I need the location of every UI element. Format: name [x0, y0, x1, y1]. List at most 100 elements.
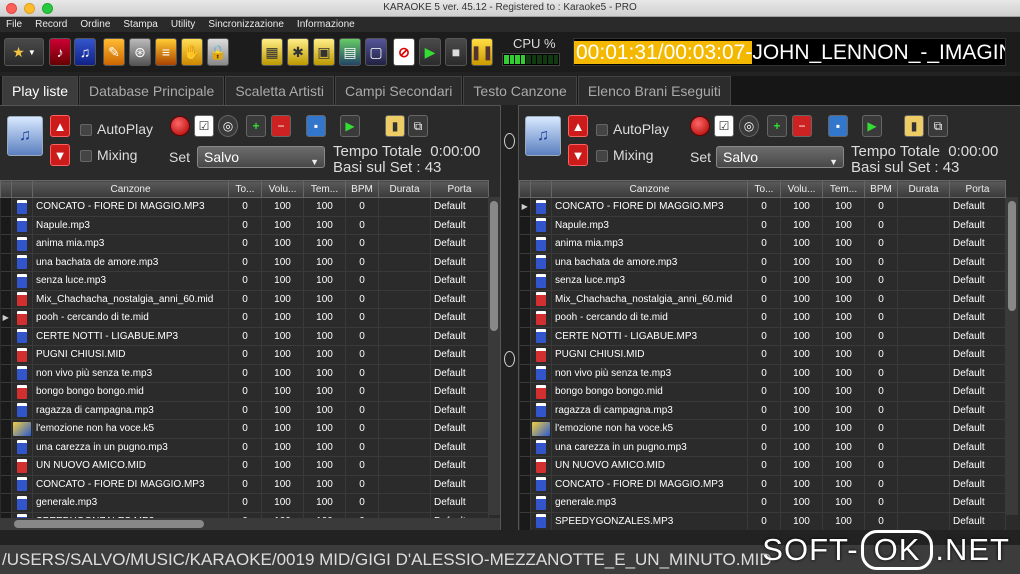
move-up-button[interactable]: ▲: [568, 115, 588, 137]
autoplay-checkbox[interactable]: [596, 124, 608, 136]
table-row[interactable]: UN NUOVO AMICO.MID 0 100 100 0 Default: [519, 456, 1006, 476]
cell-song-name[interactable]: Napule.mp3: [551, 216, 748, 235]
column-header-tonalita[interactable]: To...: [228, 180, 262, 198]
table-row[interactable]: anima mia.mp3 0 100 100 0 Default: [519, 234, 1006, 254]
cell-song-name[interactable]: bongo bongo bongo.mid: [551, 382, 748, 402]
table-row[interactable]: Napule.mp3 0 100 100 0 Default: [0, 216, 489, 235]
table-row[interactable]: una bachata de amore.mp3 0 100 100 0 Default: [0, 253, 489, 272]
music-note-icon[interactable]: ♫: [74, 38, 96, 66]
add-song-button[interactable]: +: [246, 115, 266, 137]
save-icon[interactable]: ▪: [828, 115, 848, 137]
cell-song-name[interactable]: PUGNI CHIUSI.MID: [551, 345, 748, 365]
scrollbar-thumb[interactable]: [490, 201, 498, 331]
table-row[interactable]: Napule.mp3 0 100 100 0 Default: [519, 216, 1006, 235]
menu-ordine[interactable]: Ordine: [80, 19, 110, 30]
bars-card-icon[interactable]: ≡: [155, 38, 177, 66]
table-row[interactable]: bongo bongo bongo.mid 0 100 100 0 Default: [519, 382, 1006, 402]
export-icon[interactable]: ⧉: [928, 115, 948, 137]
table-row[interactable]: UN NUOVO AMICO.MID 0 100 100 0 Default: [0, 456, 489, 476]
scrollbar-thumb[interactable]: [1008, 201, 1016, 311]
cell-song-name[interactable]: generale.mp3: [551, 493, 748, 513]
tab-database-principale[interactable]: Database Principale: [79, 76, 225, 105]
cell-song-name[interactable]: l'emozione non ha voce.k5: [32, 419, 229, 439]
cell-song-name[interactable]: CONCATO - FIORE DI MAGGIO.MP3: [32, 475, 229, 494]
export-icon[interactable]: ⧉: [408, 115, 428, 137]
column-header-bpm[interactable]: BPM: [345, 180, 379, 198]
cell-song-name[interactable]: CONCATO - FIORE DI MAGGIO.MP3: [32, 197, 229, 217]
column-header-durata[interactable]: Durata: [897, 180, 950, 198]
menu-file[interactable]: File: [6, 19, 22, 30]
cell-song-name[interactable]: CERTE NOTTI - LIGABUE.MP3: [551, 327, 748, 346]
autoplay-checkbox[interactable]: [80, 124, 92, 136]
cell-song-name[interactable]: ragazza di campagna.mp3: [32, 401, 229, 420]
mixing-checkbox[interactable]: [596, 150, 608, 162]
no-entry-icon[interactable]: ⊘: [393, 38, 415, 66]
disc-icon[interactable]: ◎: [218, 115, 238, 137]
hand-card-icon[interactable]: ✋: [181, 38, 203, 66]
table-row[interactable]: pooh - cercando di te.mid 0 100 100 0 Default: [519, 308, 1006, 328]
menu-sincronizzazione[interactable]: Sincronizzazione: [208, 19, 284, 30]
menu-record[interactable]: Record: [35, 19, 67, 30]
table-row[interactable]: Mix_Chachacha_nostalgia_anni_60.mid 0 100 1…: [519, 290, 1006, 309]
column-header-volume[interactable]: Volu...: [261, 180, 304, 198]
splitter-handle-icon[interactable]: [504, 351, 515, 367]
note-icon[interactable]: ▮: [904, 115, 924, 137]
cell-song-name[interactable]: pooh - cercando di te.mid: [551, 308, 748, 328]
play-playlist-button[interactable]: ▶: [862, 115, 882, 137]
move-down-button[interactable]: ▼: [568, 144, 588, 166]
horizontal-scrollbar[interactable]: [0, 518, 500, 530]
cell-song-name[interactable]: non vivo più senza te.mp3: [32, 364, 229, 383]
table-row[interactable]: non vivo più senza te.mp3 0 100 100 0 Default: [0, 364, 489, 383]
remove-song-button[interactable]: −: [271, 115, 291, 137]
column-header-tempo[interactable]: Tem...: [822, 180, 865, 198]
cell-song-name[interactable]: anima mia.mp3: [551, 234, 748, 254]
cell-song-name[interactable]: SPEEDYGONZALES.MP3: [551, 512, 748, 530]
cell-song-name[interactable]: una carezza in un pugno.mp3: [32, 438, 229, 457]
table-row[interactable]: CERTE NOTTI - LIGABUE.MP3 0 100 100 0 Default: [0, 327, 489, 346]
play-playlist-button[interactable]: ▶: [340, 115, 360, 137]
vertical-scrollbar[interactable]: [488, 197, 500, 515]
mixer-icon[interactable]: ▦: [261, 38, 283, 66]
scrollbar-thumb[interactable]: [14, 520, 204, 528]
cell-song-name[interactable]: CONCATO - FIORE DI MAGGIO.MP3: [551, 197, 748, 217]
table-row[interactable]: SPEEDYGONZALES.MP301001000Default: [519, 512, 1006, 530]
table-row[interactable]: bongo bongo bongo.mid 0 100 100 0 Default: [0, 382, 489, 402]
equalizer-icon[interactable]: ▤: [339, 38, 361, 66]
column-header-volume[interactable]: Volu...: [780, 180, 823, 198]
cell-song-name[interactable]: ragazza di campagna.mp3: [551, 401, 748, 420]
table-row[interactable]: generale.mp3 0 100 100 0 Default: [519, 493, 1006, 513]
table-row[interactable]: PUGNI CHIUSI.MID 0 100 100 0 Default: [519, 345, 1006, 365]
cell-song-name[interactable]: anima mia.mp3: [32, 234, 229, 254]
cell-song-name[interactable]: Mix_Chachacha_nostalgia_anni_60.mid: [32, 290, 229, 309]
save-icon[interactable]: ▪: [306, 115, 326, 137]
table-row[interactable]: non vivo più senza te.mp3 0 100 100 0 Default: [519, 364, 1006, 383]
table-row[interactable]: ▶ pooh - cercando di te.mid 0 100 100 0 Defaul…: [0, 308, 489, 328]
table-row[interactable]: generale.mp3 0 100 100 0 Default: [0, 493, 489, 513]
film-reel-icon[interactable]: ⊛: [129, 38, 151, 66]
tab-elenco-brani-eseguiti[interactable]: Elenco Brani Eseguiti: [577, 76, 731, 105]
table-row[interactable]: ▶ CONCATO - FIORE DI MAGGIO.MP3 0 100 100 0 De…: [519, 197, 1006, 217]
cell-song-name[interactable]: Napule.mp3: [32, 216, 229, 235]
cell-song-name[interactable]: senza luce.mp3: [551, 271, 748, 291]
vertical-scrollbar[interactable]: [1006, 197, 1018, 515]
set-select[interactable]: Salvo ▼: [197, 146, 325, 168]
checklist-icon[interactable]: ☑: [714, 115, 734, 137]
set-select[interactable]: Salvo ▼: [716, 146, 844, 168]
remove-song-button[interactable]: −: [792, 115, 812, 137]
table-row[interactable]: PUGNI CHIUSI.MID 0 100 100 0 Default: [0, 345, 489, 365]
cell-song-name[interactable]: UN NUOVO AMICO.MID: [551, 456, 748, 476]
record-button[interactable]: [170, 116, 190, 136]
table-row[interactable]: l'emozione non ha voce.k5 0 100 100 0 Default: [0, 419, 489, 439]
karaoke-logo-icon[interactable]: ♫: [525, 116, 561, 156]
column-header-tempo[interactable]: Tem...: [303, 180, 346, 198]
disc-icon[interactable]: ◎: [739, 115, 759, 137]
table-row[interactable]: Mix_Chachacha_nostalgia_anni_60.mid 0 100 1…: [0, 290, 489, 309]
move-up-button[interactable]: ▲: [50, 115, 70, 137]
cell-song-name[interactable]: senza luce.mp3: [32, 271, 229, 291]
table-row[interactable]: senza luce.mp3 0 100 100 0 Default: [519, 271, 1006, 291]
splitter-handle-icon[interactable]: [504, 133, 515, 149]
cell-song-name[interactable]: Mix_Chachacha_nostalgia_anni_60.mid: [551, 290, 748, 309]
checklist-icon[interactable]: ☑: [194, 115, 214, 137]
table-row[interactable]: CONCATO - FIORE DI MAGGIO.MP3 0 100 100 0 Def…: [519, 475, 1006, 494]
pencil-card-icon[interactable]: ✎: [103, 38, 125, 66]
